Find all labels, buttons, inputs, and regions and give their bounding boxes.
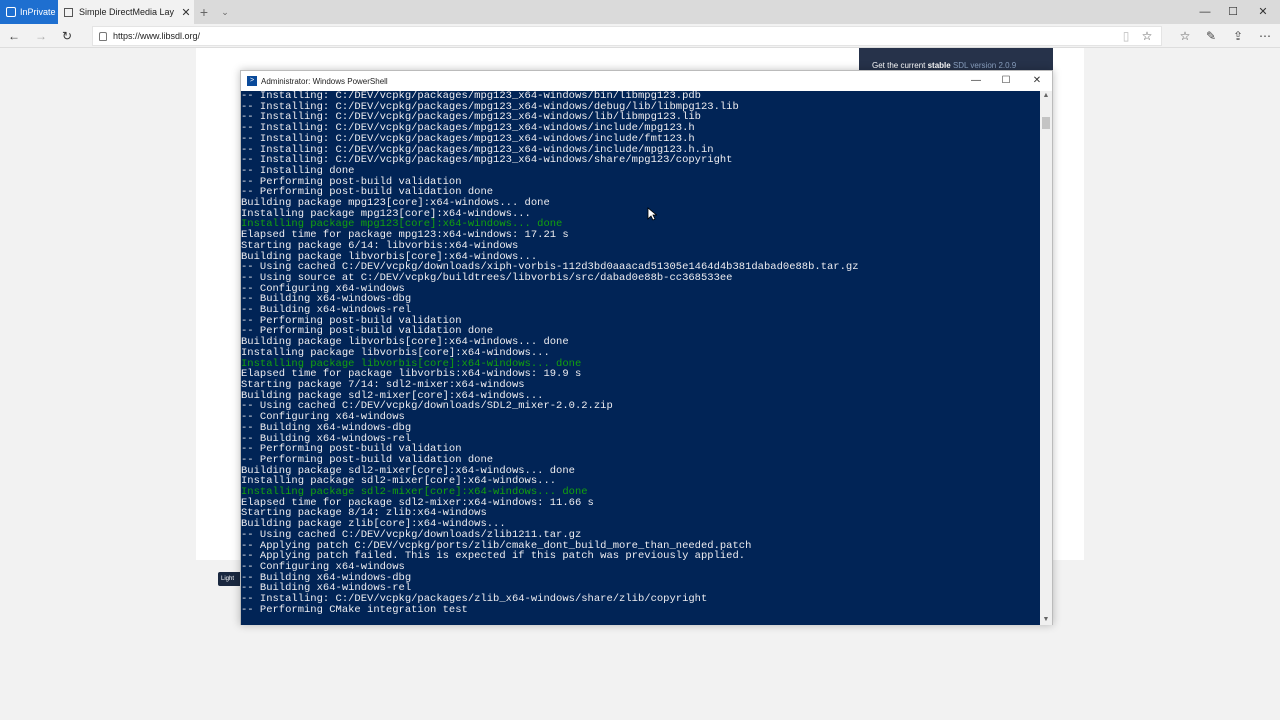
browser-tab-strip: InPrivate Simple DirectMedia Lay ✕ + ⌄ —… xyxy=(0,0,1280,24)
forward-icon[interactable]: → xyxy=(31,26,51,46)
lock-icon xyxy=(99,31,107,41)
favorites-hub-icon[interactable]: ☆ xyxy=(1175,26,1195,46)
console-line: Starting package 6/14: libvorbis:x64-win… xyxy=(241,239,519,252)
address-bar[interactable]: https://www.libsdl.org/ xyxy=(92,26,1162,46)
tab-list-chevron-icon[interactable]: ⌄ xyxy=(218,3,232,21)
banner-version: SDL version 2.0.9 xyxy=(950,61,1017,70)
ps-minimize-icon[interactable]: — xyxy=(961,71,991,91)
tab-title: Simple DirectMedia Lay xyxy=(79,7,175,17)
web-note-pen-icon[interactable]: ✎ xyxy=(1201,26,1221,46)
console-line: Installing package libvorbis[core]:x64-w… xyxy=(241,346,550,359)
scroll-up-icon[interactable]: ▲ xyxy=(1040,91,1052,101)
console-line: -- Performing post-build validation done xyxy=(241,453,494,466)
console-line: -- Installing: C:/DEV/vcpkg/packages/mpg… xyxy=(241,154,733,167)
reading-view-icon[interactable]: ▯ xyxy=(1116,26,1136,46)
console-line: -- Installing: C:/DEV/vcpkg/packages/mpg… xyxy=(241,132,695,145)
browser-tab[interactable]: Simple DirectMedia Lay ✕ xyxy=(58,0,194,24)
banner-bold: stable xyxy=(927,61,951,70)
console-scrollbar[interactable]: ▲ ▼ xyxy=(1040,91,1052,625)
ps-close-icon[interactable]: ✕ xyxy=(1022,71,1052,91)
powershell-title: Administrator: Windows PowerShell xyxy=(261,76,388,86)
share-icon[interactable]: ⇪ xyxy=(1228,26,1248,46)
inprivate-label: InPrivate xyxy=(20,7,56,17)
console-line: -- Building x64-windows-dbg xyxy=(241,421,412,434)
close-window-icon[interactable]: ✕ xyxy=(1246,0,1280,24)
console-lines: -- Installing: C:/DEV/vcpkg/packages/mpg… xyxy=(241,91,1040,615)
scroll-thumb[interactable] xyxy=(1042,117,1050,129)
refresh-icon[interactable]: ↻ xyxy=(57,26,77,46)
more-menu-icon[interactable]: ⋯ xyxy=(1255,26,1275,46)
inprivate-badge: InPrivate xyxy=(0,0,58,24)
browser-toolbar: ← → ↻ https://www.libsdl.org/ ▯ ☆ ☆ ✎ ⇪ … xyxy=(0,24,1280,48)
favorite-star-icon[interactable]: ☆ xyxy=(1137,26,1157,46)
scroll-down-icon[interactable]: ▼ xyxy=(1040,615,1052,625)
page-icon xyxy=(64,7,73,17)
close-tab-icon[interactable]: ✕ xyxy=(178,6,194,19)
theme-badge[interactable]: Light xyxy=(218,572,242,586)
powershell-icon: > xyxy=(247,76,257,86)
inprivate-icon xyxy=(6,7,16,17)
powershell-window: > Administrator: Windows PowerShell — ☐ … xyxy=(240,70,1053,625)
console-line: -- Using cached C:/DEV/vcpkg/downloads/z… xyxy=(241,528,582,541)
powershell-titlebar[interactable]: > Administrator: Windows PowerShell — ☐ … xyxy=(241,71,1052,91)
new-tab-icon[interactable]: + xyxy=(196,3,212,21)
console-output[interactable]: -- Installing: C:/DEV/vcpkg/packages/mpg… xyxy=(241,91,1040,625)
banner-prefix: Get the current xyxy=(872,61,928,70)
console-line: -- Performing CMake integration test xyxy=(241,603,468,616)
mouse-cursor-icon xyxy=(647,207,657,221)
back-icon[interactable]: ← xyxy=(4,26,24,46)
maximize-window-icon[interactable]: ☐ xyxy=(1216,0,1250,24)
ps-maximize-icon[interactable]: ☐ xyxy=(991,71,1021,91)
url-text: https://www.libsdl.org/ xyxy=(113,31,201,41)
